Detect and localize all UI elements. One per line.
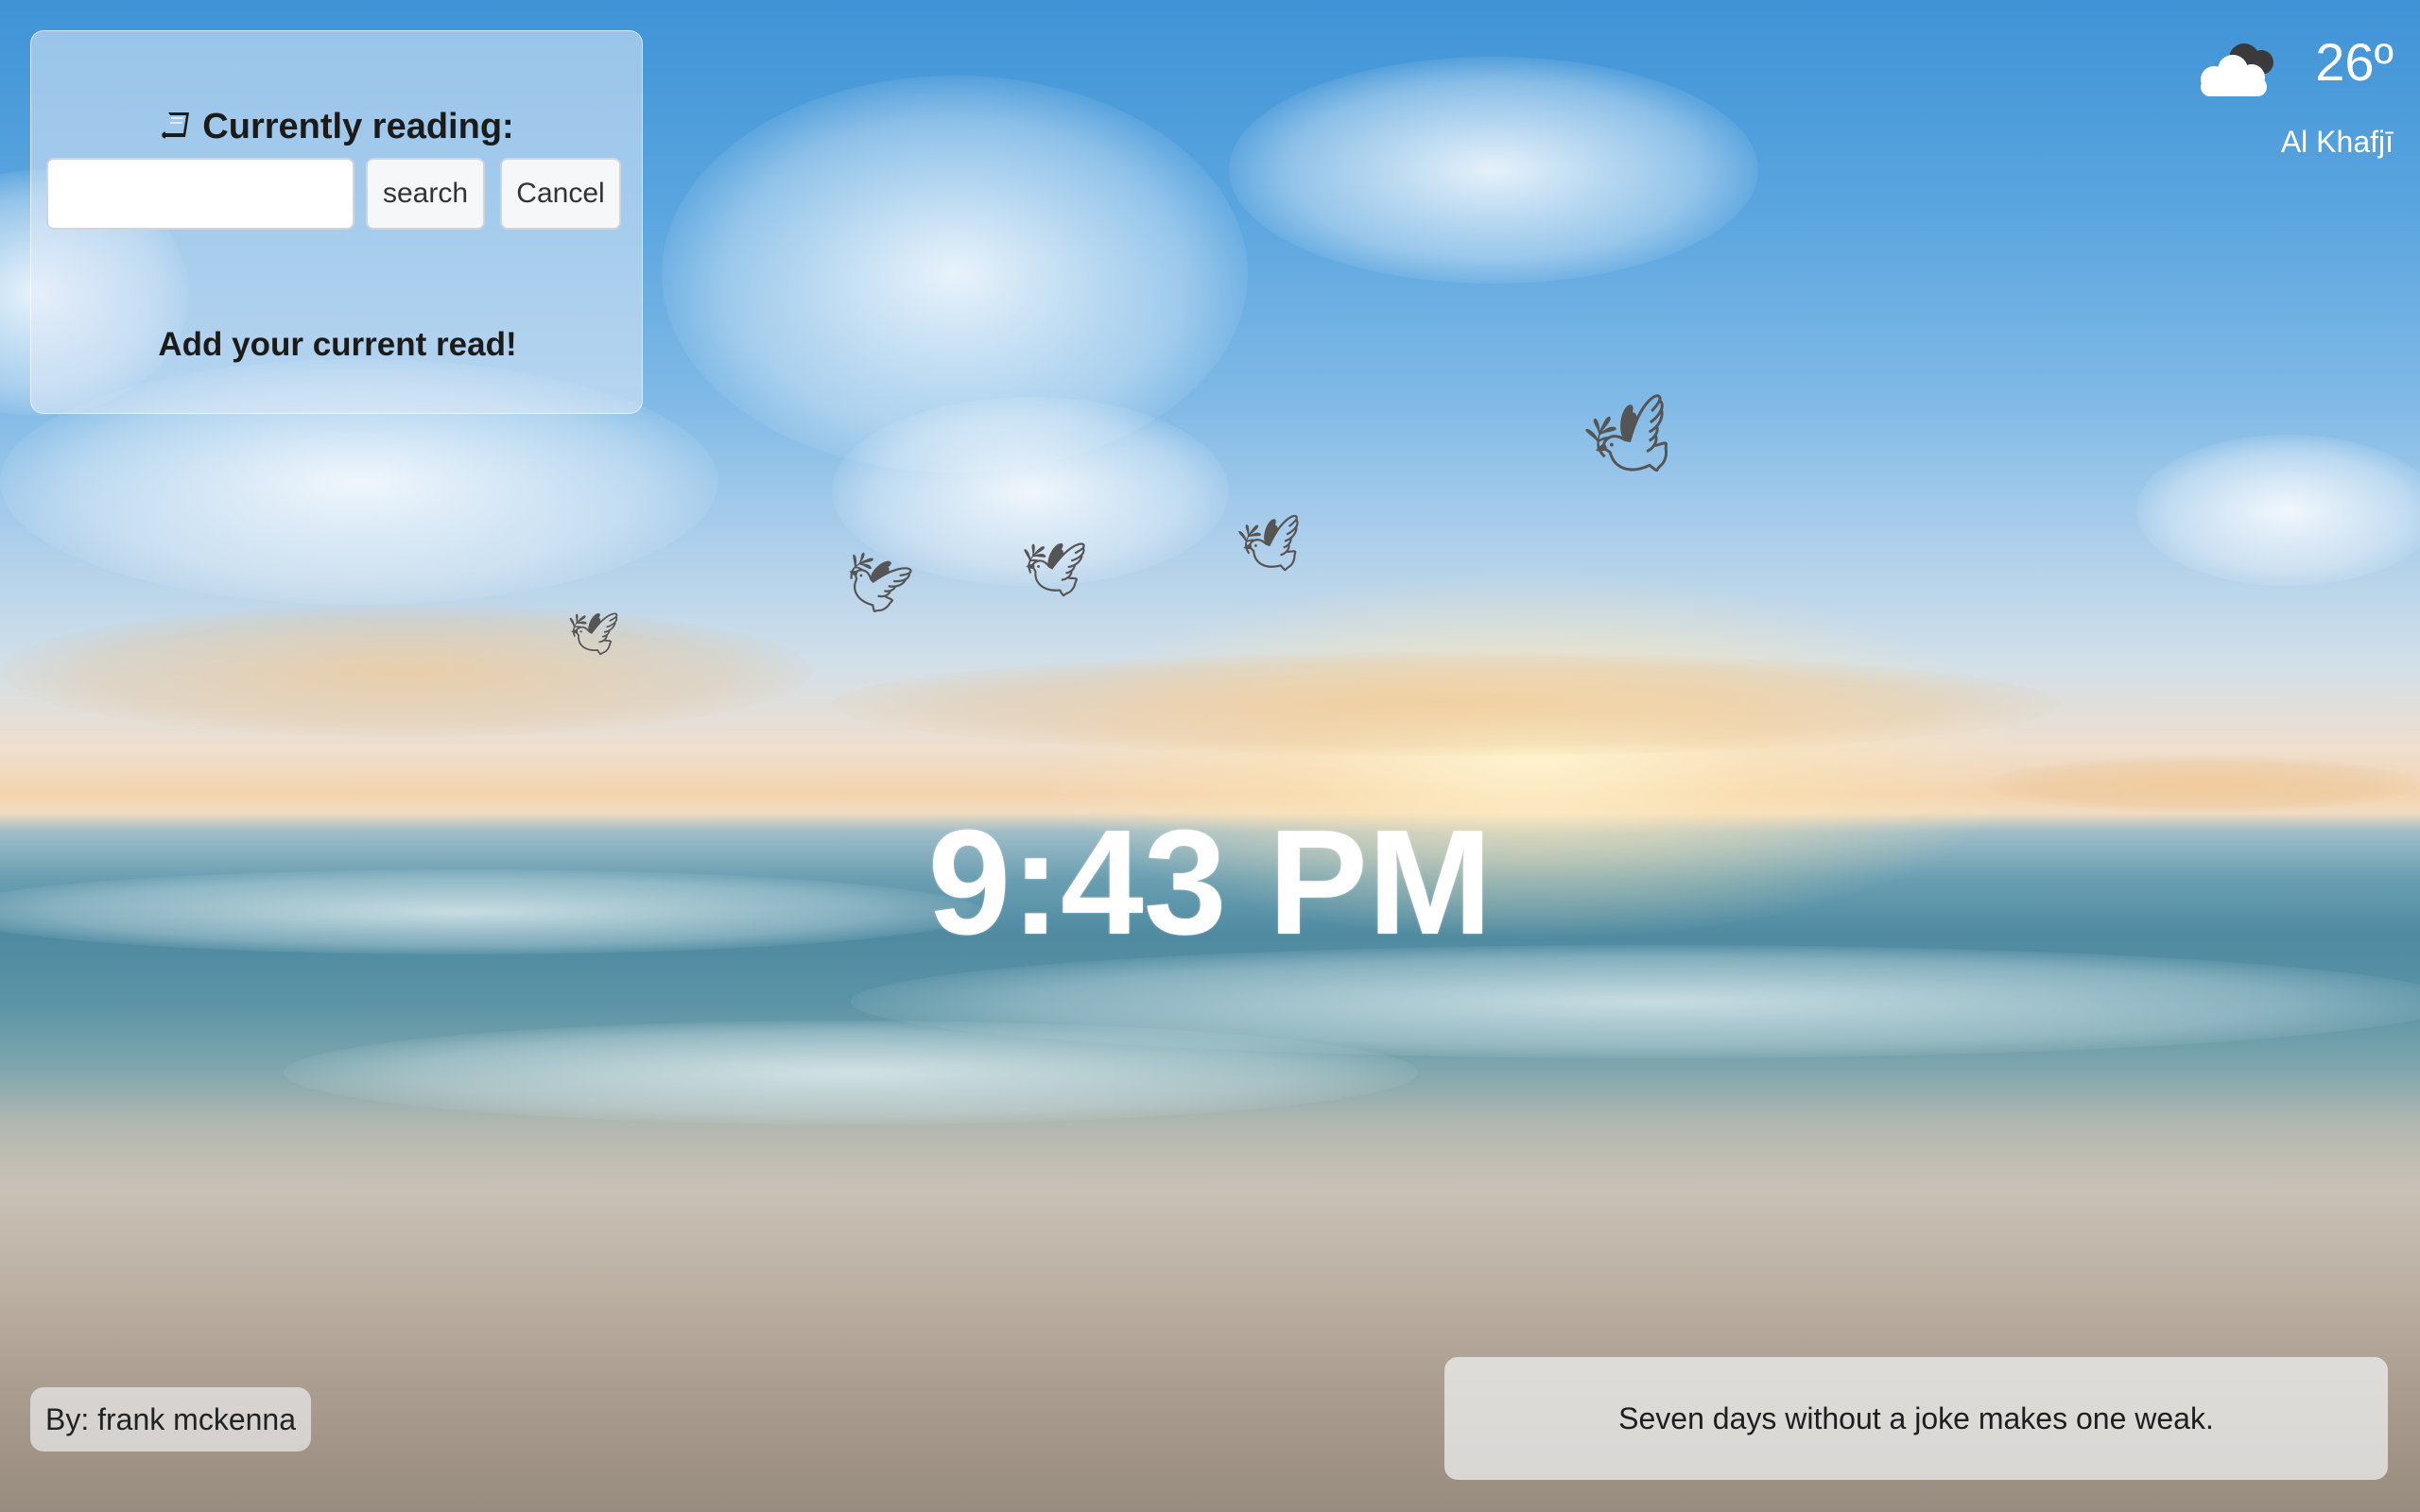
search-button[interactable]: search xyxy=(366,158,485,230)
currently-reading-panel: Currently reading: search Cancel Add you… xyxy=(30,30,643,414)
cloud xyxy=(1985,756,2420,813)
add-current-read-prompt: Add your current read! xyxy=(158,326,517,363)
currently-reading-label: Currently reading: xyxy=(202,107,514,146)
weather-city: Al Khafjī xyxy=(2280,125,2394,159)
cloud xyxy=(0,605,813,737)
book-search-input[interactable] xyxy=(46,158,354,230)
clock-time: 9:43 PM xyxy=(927,799,1493,966)
bird-icon: 🕊 xyxy=(567,611,620,658)
bird-icon: 🕊 xyxy=(1233,510,1310,581)
bird-icon: 🕊 xyxy=(1577,388,1690,495)
cloud xyxy=(832,652,2061,756)
cloud xyxy=(1229,57,1758,284)
weather-temperature: 26º xyxy=(2315,32,2394,92)
book-icon xyxy=(161,110,193,151)
cancel-button[interactable]: Cancel xyxy=(500,158,621,230)
bird-icon: 🕊 xyxy=(1021,540,1089,599)
daily-joke: Seven days without a joke makes one weak… xyxy=(1444,1357,2388,1480)
cloud xyxy=(2136,435,2420,586)
photo-author: By: frank mckenna xyxy=(30,1387,311,1452)
cloud-icon xyxy=(2186,34,2299,110)
weather-widget: 26º Al Khafjī xyxy=(2148,34,2394,166)
currently-reading-title: Currently reading: xyxy=(31,107,644,151)
wave xyxy=(284,1021,1418,1125)
